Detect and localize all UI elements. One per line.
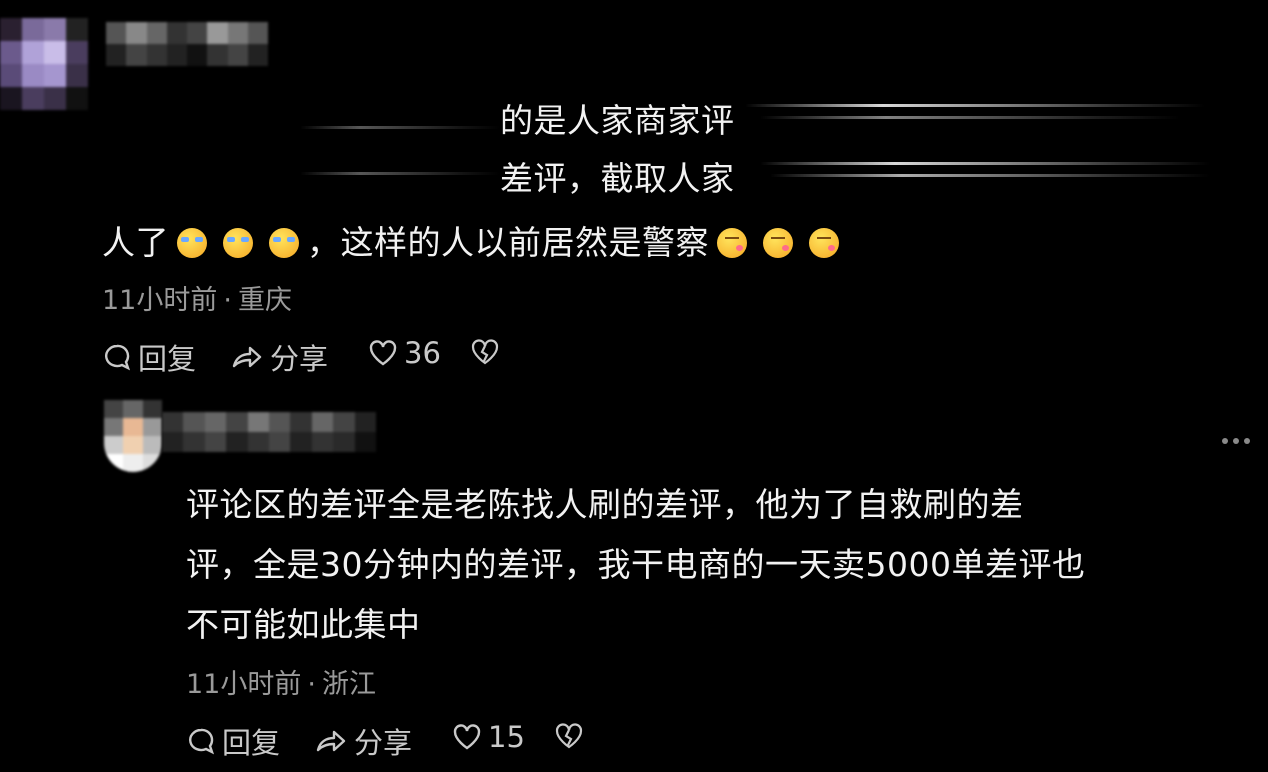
reply-button[interactable]: 回复 xyxy=(186,720,280,762)
comment-text-main: ，这样的人以前居然是警察 xyxy=(307,223,709,262)
timestamp: 11小时前 xyxy=(186,669,302,700)
quote-line-2: 差评，截取人家 xyxy=(500,159,735,198)
reply-label: 回复 xyxy=(222,726,281,760)
comment-line-3: 不可能如此集中 xyxy=(186,605,421,644)
like-button[interactable]: 15 xyxy=(452,720,525,754)
like-count: 15 xyxy=(488,720,525,754)
dislike-button[interactable] xyxy=(554,722,590,750)
redaction-streak xyxy=(752,150,1222,194)
like-count: 36 xyxy=(404,336,441,370)
username[interactable] xyxy=(162,412,376,452)
location: 重庆 xyxy=(237,285,292,316)
redaction-streak xyxy=(760,116,1180,119)
blowing-kiss-icon xyxy=(763,228,793,258)
reply-label: 回复 xyxy=(138,342,197,376)
timestamp: 11小时前 xyxy=(102,285,218,316)
crying-laughing-icon xyxy=(223,228,253,258)
crying-laughing-icon xyxy=(177,228,207,258)
separator: · xyxy=(307,669,316,700)
share-button[interactable]: 分享 xyxy=(314,720,412,762)
avatar[interactable] xyxy=(0,18,88,110)
broken-heart-icon xyxy=(471,339,499,365)
separator: · xyxy=(223,285,232,316)
redaction-streak xyxy=(770,174,1210,177)
comment-meta: 11小时前 · 浙江 xyxy=(186,662,376,701)
quote-line-1: 的是人家商家评 xyxy=(500,101,735,140)
username[interactable] xyxy=(106,22,268,66)
share-label: 分享 xyxy=(354,726,413,760)
comment-bubble-icon xyxy=(189,728,215,755)
comment-meta: 11小时前 · 重庆 xyxy=(102,278,292,317)
heart-icon xyxy=(453,724,481,750)
redaction-streak xyxy=(300,126,500,129)
redaction-streak xyxy=(760,162,1210,165)
share-label: 分享 xyxy=(270,342,329,376)
dislike-button[interactable] xyxy=(470,338,506,366)
location: 浙江 xyxy=(321,669,376,700)
avatar[interactable] xyxy=(104,400,162,472)
comment-body: 人了 ，这样的人以前居然是警察 xyxy=(102,216,847,264)
blowing-kiss-icon xyxy=(717,228,747,258)
redaction-streak xyxy=(745,104,1205,107)
broken-heart-icon xyxy=(555,723,583,749)
comment-bubble-icon xyxy=(105,344,131,371)
crying-laughing-icon xyxy=(269,228,299,258)
like-button[interactable]: 36 xyxy=(368,336,441,370)
reply-button[interactable]: 回复 xyxy=(102,336,196,378)
blowing-kiss-icon xyxy=(809,228,839,258)
redaction-streak xyxy=(300,172,500,175)
share-arrow-icon xyxy=(316,730,346,752)
more-options-icon[interactable] xyxy=(1222,438,1250,444)
comment-line-2: 评，全是30分钟内的差评，我干电商的一天卖5000单差评也 xyxy=(186,545,1086,584)
share-arrow-icon xyxy=(232,346,262,368)
comment-text-prefix: 人了 xyxy=(102,223,169,262)
share-button[interactable]: 分享 xyxy=(230,336,328,378)
redaction-streak xyxy=(740,92,1220,136)
comment-line-1: 评论区的差评全是老陈找人刷的差评，他为了自救刷的差 xyxy=(186,485,1024,524)
heart-icon xyxy=(369,340,397,366)
